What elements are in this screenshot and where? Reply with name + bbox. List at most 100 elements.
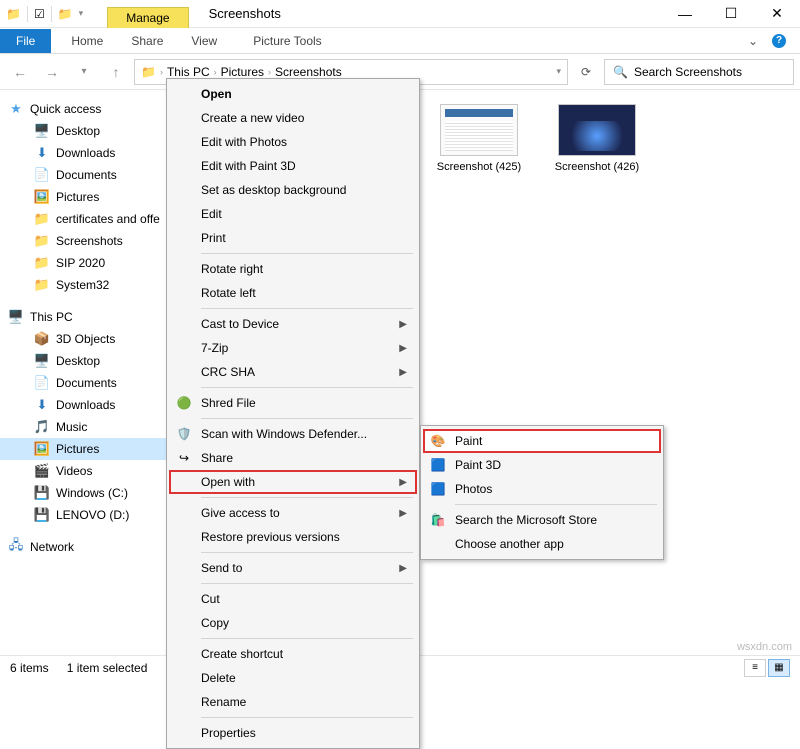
menu-item-send-to[interactable]: Send to▶: [169, 556, 417, 580]
submenu-arrow-icon: ▶: [399, 319, 407, 330]
menu-item-create-shortcut[interactable]: Create shortcut: [169, 642, 417, 666]
sidebar-item-documents[interactable]: 📄Documents: [0, 372, 185, 394]
thumbnail[interactable]: Screenshot (425): [432, 104, 526, 174]
forward-button[interactable]: →: [38, 58, 66, 86]
sidebar-item-3d-objects[interactable]: 📦3D Objects: [0, 328, 185, 350]
tree-icon: ⬇: [34, 145, 50, 161]
menu-label: Properties: [201, 726, 256, 740]
folder-icon[interactable]: 📁: [6, 7, 21, 21]
manage-tab[interactable]: Manage: [107, 7, 188, 28]
menu-item-crc-sha[interactable]: CRC SHA▶: [169, 360, 417, 384]
menu-item-copy[interactable]: Copy: [169, 611, 417, 635]
sidebar-item-system32[interactable]: 📁System32: [0, 274, 185, 296]
minimize-button[interactable]: —: [662, 0, 708, 28]
thumbnail-image: [558, 104, 636, 156]
home-tab[interactable]: Home: [57, 30, 117, 52]
menu-item-properties[interactable]: Properties: [169, 721, 417, 745]
sidebar-item-this-pc[interactable]: 🖥️This PC: [0, 306, 185, 328]
menu-item-rotate-left[interactable]: Rotate left: [169, 281, 417, 305]
search-input[interactable]: 🔍 Search Screenshots: [604, 59, 794, 85]
menu-item-open[interactable]: Open: [169, 82, 417, 106]
qat-dropdown-icon[interactable]: ▾: [79, 8, 84, 19]
menu-item-create-a-new-video[interactable]: Create a new video: [169, 106, 417, 130]
icons-view-button[interactable]: ▦: [768, 659, 790, 677]
tree-label: Windows (C:): [56, 486, 128, 500]
sidebar-item-screenshots[interactable]: 📁Screenshots: [0, 230, 185, 252]
menu-item-delete[interactable]: Delete: [169, 666, 417, 690]
maximize-button[interactable]: ☐: [708, 0, 754, 28]
share-tab[interactable]: Share: [117, 30, 177, 52]
menu-item-edit-with-photos[interactable]: Edit with Photos: [169, 130, 417, 154]
ribbon-expand-icon[interactable]: ⌄: [748, 34, 758, 48]
menu-item-restore-previous-versions[interactable]: Restore previous versions: [169, 525, 417, 549]
menu-label: Choose another app: [455, 537, 564, 551]
menu-item-edit[interactable]: Edit: [169, 202, 417, 226]
breadcrumb-folder[interactable]: Screenshots: [275, 65, 342, 79]
sidebar-item-documents[interactable]: 📄Documents: [0, 164, 185, 186]
sidebar-item-downloads[interactable]: ⬇Downloads: [0, 394, 185, 416]
ribbon: File Home Share View Picture Tools ⌄ ?: [0, 28, 800, 54]
menu-item-paint-3d[interactable]: 🟦Paint 3D: [423, 453, 661, 477]
menu-item-choose-another-app[interactable]: Choose another app: [423, 532, 661, 556]
sidebar-item-network[interactable]: 🖧Network: [0, 536, 185, 558]
help-icon[interactable]: ?: [772, 34, 786, 48]
file-tab[interactable]: File: [0, 29, 51, 53]
menu-item-rotate-right[interactable]: Rotate right: [169, 257, 417, 281]
menu-item-photos[interactable]: 🟦Photos: [423, 477, 661, 501]
breadcrumb-pictures[interactable]: Pictures: [221, 65, 264, 79]
menu-item-print[interactable]: Print: [169, 226, 417, 250]
breadcrumb-pc[interactable]: This PC: [167, 65, 210, 79]
menu-item-share[interactable]: ↪Share: [169, 446, 417, 470]
view-tab[interactable]: View: [177, 30, 231, 52]
menu-item-cut[interactable]: Cut: [169, 587, 417, 611]
sidebar-item-downloads[interactable]: ⬇Downloads: [0, 142, 185, 164]
tree-label: Videos: [56, 464, 92, 478]
menu-label: Paint 3D: [455, 458, 501, 472]
context-menu[interactable]: OpenCreate a new videoEdit with PhotosEd…: [166, 78, 420, 749]
close-button[interactable]: ✕: [754, 0, 800, 28]
details-view-button[interactable]: ≡: [744, 659, 766, 677]
sidebar-item-pictures[interactable]: 🖼️Pictures: [0, 186, 185, 208]
menu-item-cast-to-device[interactable]: Cast to Device ▶: [169, 312, 417, 336]
sidebar-item-lenovo-d-[interactable]: 💾LENOVO (D:): [0, 504, 185, 526]
openwith-submenu[interactable]: 🎨Paint🟦Paint 3D🟦Photos 🛍️Search the Micro…: [420, 425, 664, 560]
shred-icon: 🟢: [175, 394, 193, 412]
qat-folder-icon[interactable]: 📁: [58, 7, 73, 21]
tree-label: Screenshots: [56, 234, 123, 248]
submenu-arrow-icon: ▶: [399, 367, 407, 378]
menu-label: Cast to Device: [201, 317, 279, 331]
sidebar-item-windows-c-[interactable]: 💾Windows (C:): [0, 482, 185, 504]
search-icon: 🔍: [613, 65, 628, 79]
menu-item-search-the-microsoft-store[interactable]: 🛍️Search the Microsoft Store: [423, 508, 661, 532]
menu-item-7-zip[interactable]: 7-Zip▶: [169, 336, 417, 360]
menu-item-scan-with-windows-defender-[interactable]: 🛡️Scan with Windows Defender...: [169, 422, 417, 446]
sidebar-item-quick-access[interactable]: ★Quick access: [0, 98, 185, 120]
sidebar-item-desktop[interactable]: 🖥️Desktop: [0, 120, 185, 142]
thumbnail-image: [440, 104, 518, 156]
menu-item-rename[interactable]: Rename: [169, 690, 417, 714]
menu-item-give-access-to[interactable]: Give access to▶: [169, 501, 417, 525]
up-button[interactable]: ↑: [102, 58, 130, 86]
sidebar-item-sip-2020[interactable]: 📁SIP 2020: [0, 252, 185, 274]
sidebar-item-pictures[interactable]: 🖼️Pictures: [0, 438, 185, 460]
menu-item-shred-file[interactable]: 🟢Shred File: [169, 391, 417, 415]
breadcrumb-dropdown-icon[interactable]: ▾: [556, 66, 561, 77]
back-button[interactable]: ←: [6, 58, 34, 86]
sidebar-item-videos[interactable]: 🎬Videos: [0, 460, 185, 482]
picture-tools-tab[interactable]: Picture Tools: [239, 30, 335, 52]
tree-label: Desktop: [56, 124, 100, 138]
menu-item-paint[interactable]: 🎨Paint: [423, 429, 661, 453]
tree-icon: ★: [8, 101, 24, 117]
refresh-button[interactable]: ⟳: [572, 58, 600, 86]
tree-label: Downloads: [56, 398, 115, 412]
menu-item-set-as-desktop-background[interactable]: Set as desktop background: [169, 178, 417, 202]
thumbnail[interactable]: Screenshot (426): [550, 104, 644, 174]
sidebar-item-music[interactable]: 🎵Music: [0, 416, 185, 438]
menu-item-edit-with-paint-3d[interactable]: Edit with Paint 3D: [169, 154, 417, 178]
thumbnail-label: Screenshot (425): [433, 160, 525, 174]
qat-checkbox-icon[interactable]: ☑: [34, 7, 45, 21]
sidebar-item-desktop[interactable]: 🖥️Desktop: [0, 350, 185, 372]
menu-item-open-with[interactable]: Open with▶: [169, 470, 417, 494]
sidebar-item-certificates-and-offe[interactable]: 📁certificates and offe: [0, 208, 185, 230]
recent-dropdown-icon[interactable]: ▾: [70, 58, 98, 86]
